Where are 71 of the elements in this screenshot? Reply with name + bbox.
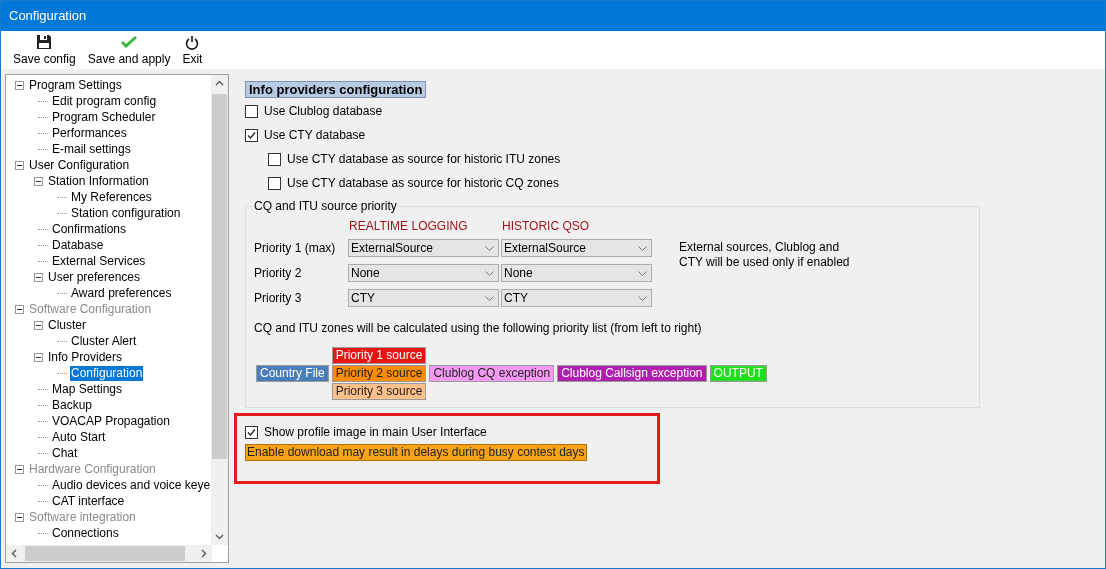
checkbox[interactable]	[245, 104, 258, 118]
dropdown[interactable]: CTY	[501, 289, 652, 307]
collapse-icon[interactable]	[34, 176, 43, 186]
source-chip: Priority 1 source	[331, 347, 427, 364]
chevron-down-icon	[485, 295, 494, 301]
vertical-scrollbar[interactable]	[211, 75, 228, 545]
collapse-icon[interactable]	[15, 80, 24, 90]
window-title: Configuration	[9, 7, 87, 26]
toolbar-button[interactable]: Save config	[13, 33, 76, 66]
toolbar-button[interactable]: Exit	[182, 33, 203, 66]
column-header: REALTIME LOGGING	[348, 220, 469, 232]
dropdown[interactable]: None	[501, 264, 652, 282]
tree-item[interactable]: User Configuration	[28, 157, 131, 173]
toolbar-button[interactable]: Save and apply	[87, 33, 171, 66]
horizontal-scrollbar[interactable]	[6, 545, 212, 562]
column-header: HISTORIC QSO	[501, 220, 591, 232]
checkbox[interactable]	[245, 128, 258, 142]
note-text: External sources, Clublog and CTY will be used only if enabled	[678, 239, 851, 270]
tree-item[interactable]: Confirmations	[51, 221, 128, 237]
checkbox-label: Use CTY database	[264, 127, 366, 144]
collapse-icon[interactable]	[34, 272, 43, 282]
tree-item[interactable]: My References	[70, 189, 153, 205]
group-title: CQ and ITU source priority	[252, 199, 399, 214]
power-icon	[185, 33, 200, 50]
checkbox[interactable]	[268, 152, 281, 166]
dropdown[interactable]: ExternalSource	[501, 239, 652, 257]
source-chip: Country File	[256, 365, 329, 382]
source-chip: Clublog CQ exception	[429, 365, 555, 382]
source-chip: OUTPUT	[709, 365, 767, 382]
tree-item[interactable]: Station Information	[47, 173, 150, 189]
checkbox-label: Use CTY database as source for historic CQ zones	[287, 175, 559, 192]
chevron-down-icon	[638, 295, 647, 301]
warning-text: Enable download may result in delays during busy contest days	[245, 444, 587, 461]
tree-item[interactable]: E-mail settings	[51, 141, 132, 157]
tree-item[interactable]: Edit program config	[51, 93, 158, 109]
scroll-thumb[interactable]	[212, 94, 227, 459]
tree-item[interactable]: Program Settings	[28, 77, 123, 93]
collapse-icon[interactable]	[15, 160, 24, 170]
scroll-left-icon[interactable]	[11, 549, 17, 558]
chevron-down-icon	[638, 245, 647, 251]
scroll-up-icon[interactable]	[215, 80, 224, 86]
tree-item[interactable]: User preferences	[47, 269, 142, 285]
checkbox-label: Use Clublog database	[264, 103, 383, 120]
tree-item[interactable]: Performances	[51, 125, 128, 141]
explanation-text: CQ and ITU zones will be calculated using the following priority list (from left to right)	[254, 321, 703, 336]
checkbox[interactable]	[268, 176, 281, 190]
row-label: Priority 1 (max)	[254, 240, 337, 256]
tree-item[interactable]: Program Scheduler	[51, 109, 157, 125]
row-label: Priority 3	[254, 290, 303, 306]
chevron-down-icon	[485, 270, 494, 276]
dropdown[interactable]: ExternalSource	[348, 239, 499, 257]
chevron-down-icon	[638, 270, 647, 276]
tree-item[interactable]: Database	[51, 237, 105, 253]
dropdown[interactable]: None	[348, 264, 499, 282]
row-label: Priority 2	[254, 265, 303, 281]
section-heading: Info providers configuration	[245, 81, 427, 98]
tree-item[interactable]: Station configuration	[70, 205, 182, 221]
source-chip: Priority 3 source	[331, 383, 427, 400]
source-chip: Clublog Callsign exception	[557, 365, 707, 382]
checkbox[interactable]	[245, 425, 258, 439]
chevron-down-icon	[485, 245, 494, 251]
checkmark-icon	[120, 33, 139, 50]
tree-item[interactable]: Award preferences	[70, 285, 173, 301]
checkbox-label: Use CTY database as source for historic ITU zones	[287, 151, 561, 168]
source-chip: Priority 2 source	[331, 365, 427, 382]
scroll-right-icon[interactable]	[201, 549, 207, 558]
checkbox-label: Show profile image in main User Interface	[264, 424, 487, 441]
dropdown[interactable]: CTY	[348, 289, 499, 307]
scroll-thumb[interactable]	[25, 546, 185, 561]
tree-item[interactable]: External Services	[51, 253, 147, 269]
scroll-down-icon[interactable]	[215, 534, 224, 540]
